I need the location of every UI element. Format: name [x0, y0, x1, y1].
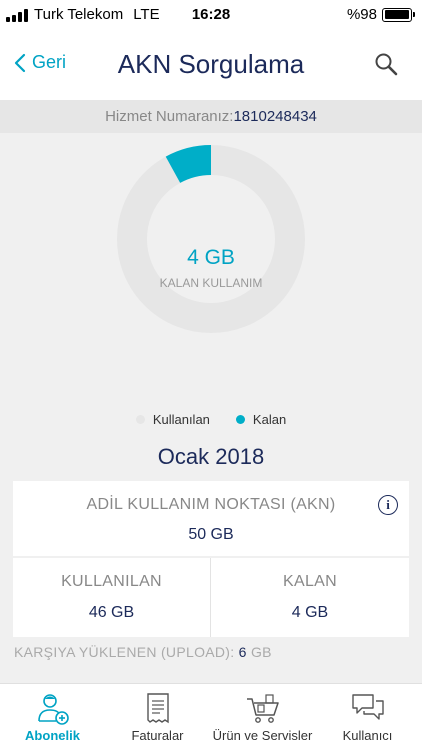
user-add-icon — [37, 694, 69, 725]
upload-value: 6 — [238, 644, 247, 660]
tab-abonelik[interactable]: Abonelik — [0, 684, 105, 750]
remaining-cell: KALAN 4 GB — [211, 558, 409, 637]
navigation-bar: Geri AKN Sorgulama — [0, 30, 422, 100]
chat-bubbles-icon — [351, 694, 384, 720]
tab-faturalar[interactable]: Faturalar — [105, 684, 210, 750]
service-number-value: 1810248434 — [233, 108, 317, 125]
akn-value: 50 GB — [188, 526, 234, 543]
legend-label-remaining: Kalan — [252, 412, 287, 427]
usage-donut-chart — [117, 145, 305, 333]
chart-legend: Kullanılan Kalan — [0, 412, 422, 427]
remaining-value: 4 GB — [291, 604, 329, 621]
used-cell: KULLANILAN 46 GB — [13, 558, 211, 637]
akn-label: ADİL KULLANIM NOKTASI (AKN) — [86, 496, 336, 513]
battery-percent: %98 — [346, 6, 377, 23]
search-button[interactable] — [374, 52, 398, 81]
upload-info: KARŞIYA YÜKLENEN (UPLOAD): 6 GB — [14, 644, 272, 660]
tab-label-kullanici: Kullanıcı — [342, 728, 393, 743]
tab-urun-ve-servisler[interactable]: Ürün ve Servisler — [210, 684, 315, 750]
cart-icon — [246, 694, 279, 723]
page-title: AKN Sorgulama — [117, 49, 305, 79]
usage-summary-card: KULLANILAN 46 GB KALAN 4 GB — [13, 558, 409, 637]
remaining-label: KALAN — [283, 573, 337, 590]
tab-bar: Abonelik Faturalar Ürün ve Servisler Kul… — [0, 683, 422, 750]
used-label: KULLANILAN — [61, 573, 162, 590]
upload-unit: GB — [250, 644, 272, 660]
upload-label: KARŞIYA YÜKLENEN (UPLOAD): — [14, 644, 235, 660]
search-icon — [375, 53, 398, 76]
tab-label-faturalar: Faturalar — [131, 728, 184, 743]
used-value: 46 GB — [88, 604, 135, 621]
battery-icon — [382, 7, 415, 22]
period-title: Ocak 2018 — [157, 444, 265, 469]
status-bar: Turk Telekom LTE 16:28 %98 — [0, 0, 422, 30]
tab-kullanici[interactable]: Kullanıcı — [315, 684, 420, 750]
service-number-strip: Hizmet Numaranız:1810248434 — [0, 100, 422, 133]
legend-dot-remaining — [235, 415, 245, 424]
legend-dot-used — [135, 415, 145, 424]
tab-label-urun-ve-servisler: Ürün ve Servisler — [212, 728, 313, 743]
legend-label-used: Kullanılan — [152, 412, 210, 427]
remaining-usage-label: KALAN KULLANIM — [159, 276, 263, 290]
remaining-usage-value: 4 GB — [187, 246, 235, 269]
akn-card: ADİL KULLANIM NOKTASI (AKN) 50 GB i — [13, 481, 409, 556]
tab-label-abonelik: Abonelik — [25, 728, 80, 743]
service-number-label: Hizmet Numaranız: — [105, 108, 234, 125]
legend-item-used: Kullanılan — [135, 412, 210, 427]
donut-slice-used — [117, 145, 305, 333]
legend-item-remaining: Kalan — [235, 412, 287, 427]
usage-chart: 4 GB KALAN KULLANIM — [0, 133, 422, 433]
receipt-icon — [146, 693, 169, 724]
info-icon[interactable]: i — [378, 495, 398, 515]
